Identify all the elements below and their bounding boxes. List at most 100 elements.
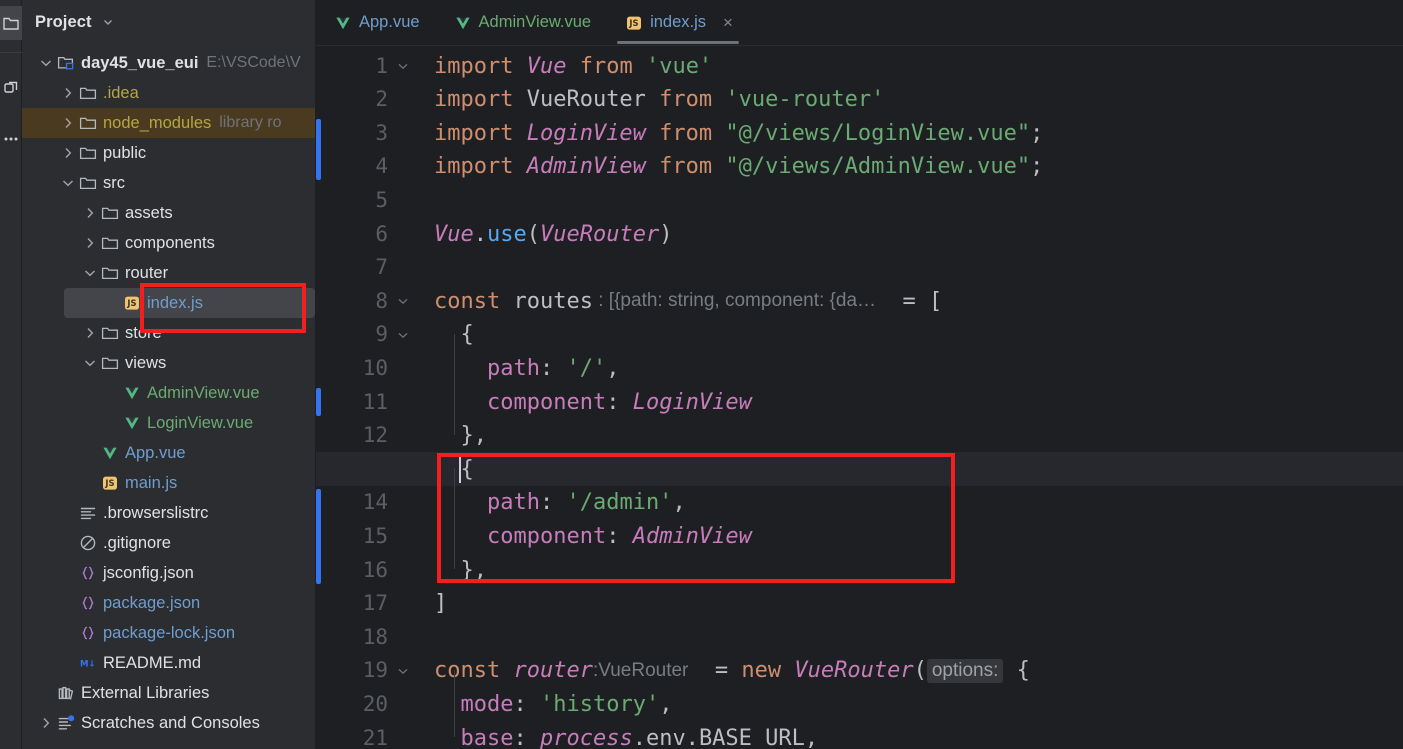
gutter-line[interactable]: 8 xyxy=(316,284,424,318)
code-line[interactable]: }, xyxy=(424,419,1403,453)
chevron-right-icon[interactable] xyxy=(82,325,98,341)
tree-item-index-js[interactable]: JS index.js xyxy=(22,288,315,318)
code-line[interactable]: ] xyxy=(424,587,1403,621)
editor-tab-label: index.js xyxy=(650,13,707,32)
chevron-down-icon[interactable] xyxy=(82,355,98,371)
code-token: = [ xyxy=(876,288,943,314)
code-line[interactable]: import LoginView from "@/views/LoginView… xyxy=(424,116,1403,150)
line-number: 12 xyxy=(362,423,388,448)
tree-item-external-libraries[interactable]: External Libraries xyxy=(22,678,315,708)
gutter-line[interactable]: 12 xyxy=(316,419,424,453)
vcs-change-marker[interactable] xyxy=(316,488,321,584)
code-line[interactable]: const router:VueRouter = new VueRouter(o… xyxy=(424,654,1403,688)
gutter-line[interactable]: 6 xyxy=(316,217,424,251)
tree-item-views[interactable]: views xyxy=(22,348,315,378)
tree-item-adminview-vue[interactable]: AdminView.vue xyxy=(22,378,315,408)
tree-item--idea[interactable]: .idea xyxy=(22,78,315,108)
editor-tab-index-js[interactable]: JS index.js × xyxy=(607,0,749,46)
code-line[interactable]: base: process .env. BASE_URL, xyxy=(424,721,1403,749)
code-token: ; xyxy=(1030,154,1044,180)
gutter-line[interactable]: 4 xyxy=(316,150,424,184)
gutter-line[interactable]: 20 xyxy=(316,687,424,721)
tree-item-package-json[interactable]: package.json xyxy=(22,588,315,618)
chevron-right-icon[interactable] xyxy=(82,235,98,251)
tree-item-loginview-vue[interactable]: LoginView.vue xyxy=(22,408,315,438)
tree-item-router[interactable]: router xyxy=(22,258,315,288)
tree-item-jsconfig-json[interactable]: jsconfig.json xyxy=(22,558,315,588)
gutter-line[interactable]: 10 xyxy=(316,351,424,385)
tree-item-components[interactable]: components xyxy=(22,228,315,258)
code-line[interactable]: { xyxy=(424,318,1403,352)
tree-item-label: public xyxy=(103,143,147,162)
code-line[interactable]: }, xyxy=(424,553,1403,587)
tree-item--browserslistrc[interactable]: .browserslistrc xyxy=(22,498,315,528)
editor-tab-adminview-vue[interactable]: AdminView.vue xyxy=(436,0,608,46)
tree-item--gitignore[interactable]: .gitignore xyxy=(22,528,315,558)
gutter-line[interactable]: 14 xyxy=(316,486,424,520)
code-line[interactable]: component: AdminView xyxy=(424,519,1403,553)
code-line[interactable]: Vue. use(VueRouter) xyxy=(424,217,1403,251)
fold-chevron-down-icon[interactable] xyxy=(388,664,418,678)
code-line[interactable] xyxy=(424,251,1403,285)
chevron-right-icon[interactable] xyxy=(60,85,76,101)
gutter-line[interactable]: 11 xyxy=(316,385,424,419)
gutter-line[interactable]: 1 xyxy=(316,49,424,83)
project-panel-header[interactable]: Project xyxy=(22,0,315,44)
fold-chevron-down-icon[interactable] xyxy=(388,328,418,342)
editor-tab-app-vue[interactable]: App.vue xyxy=(316,0,436,46)
chevron-down-icon[interactable] xyxy=(101,15,115,29)
vcs-change-marker[interactable] xyxy=(316,119,321,181)
close-icon[interactable]: × xyxy=(723,14,733,31)
tree-item-public[interactable]: public xyxy=(22,138,315,168)
ide-window: Project day45_vue_eui E:\VSCode\V .idea nod… xyxy=(0,0,1403,749)
fold-chevron-down-icon[interactable] xyxy=(388,59,418,73)
chevron-right-icon[interactable] xyxy=(38,715,54,731)
tree-item-label: day45_vue_eui xyxy=(81,53,199,72)
gutter-line[interactable]: 18 xyxy=(316,620,424,654)
code-line[interactable]: { xyxy=(424,452,1403,486)
tree-item-app-vue[interactable]: App.vue xyxy=(22,438,315,468)
code-line[interactable]: path: '/', xyxy=(424,351,1403,385)
tree-item-package-lock-json[interactable]: package-lock.json xyxy=(22,618,315,648)
gutter-line[interactable]: 7 xyxy=(316,251,424,285)
code-text-layer[interactable]: import Vue from 'vue' import VueRouter fr… xyxy=(316,46,1403,749)
tree-item-store[interactable]: store xyxy=(22,318,315,348)
code-line[interactable] xyxy=(424,620,1403,654)
code-line[interactable]: import Vue from 'vue' xyxy=(424,49,1403,83)
code-line[interactable]: path: '/admin', xyxy=(424,486,1403,520)
editor-gutter[interactable]: 123456789101112131415161718192021 xyxy=(316,46,424,749)
tree-item-day45-vue-eui[interactable]: day45_vue_eui E:\VSCode\V xyxy=(22,48,315,78)
code-token: '/' xyxy=(566,355,607,381)
tree-item-main-js[interactable]: JS main.js xyxy=(22,468,315,498)
code-line[interactable]: mode: 'history', xyxy=(424,687,1403,721)
gutter-line[interactable]: 19 xyxy=(316,654,424,688)
gutter-line[interactable]: 3 xyxy=(316,116,424,150)
tree-item-assets[interactable]: assets xyxy=(22,198,315,228)
chevron-down-icon[interactable] xyxy=(60,175,76,191)
gutter-line[interactable]: 2 xyxy=(316,83,424,117)
gutter-line[interactable]: 15 xyxy=(316,519,424,553)
gutter-line[interactable]: 21 xyxy=(316,721,424,749)
code-line[interactable]: component: LoginView xyxy=(424,385,1403,419)
fold-chevron-down-icon[interactable] xyxy=(388,294,418,308)
code-line[interactable] xyxy=(424,183,1403,217)
chevron-right-icon[interactable] xyxy=(60,145,76,161)
tree-item-readme-md[interactable]: M↓ README.md xyxy=(22,648,315,678)
chevron-down-icon[interactable] xyxy=(38,55,54,71)
code-line[interactable]: import AdminView from "@/views/AdminView… xyxy=(424,150,1403,184)
tree-item-node-modules[interactable]: node_modules library ro xyxy=(22,108,315,138)
tree-item-scratches-and-consoles[interactable]: Scratches and Consoles xyxy=(22,708,315,738)
gutter-line[interactable]: 16 xyxy=(316,553,424,587)
gutter-line[interactable]: 5 xyxy=(316,183,424,217)
vcs-change-marker[interactable] xyxy=(316,388,321,416)
tree-item-src[interactable]: src xyxy=(22,168,315,198)
chevron-right-icon[interactable] xyxy=(82,205,98,221)
tree-item-label: src xyxy=(103,173,125,192)
gutter-line[interactable]: 9 xyxy=(316,318,424,352)
code-line[interactable]: const routes : [{path: string, component… xyxy=(424,284,1403,318)
gutter-line[interactable]: 17 xyxy=(316,587,424,621)
chevron-right-icon[interactable] xyxy=(60,115,76,131)
chevron-down-icon[interactable] xyxy=(82,265,98,281)
code-line[interactable]: import VueRouter from 'vue-router' xyxy=(424,83,1403,117)
code-area[interactable]: 123456789101112131415161718192021 import… xyxy=(316,46,1403,749)
